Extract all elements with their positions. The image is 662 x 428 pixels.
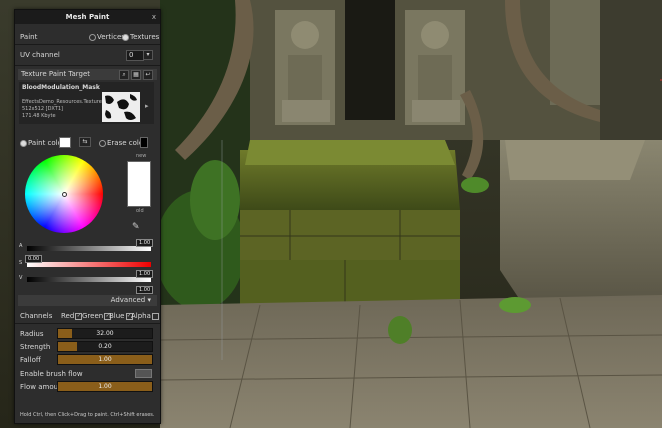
advanced-label: Advanced [110, 296, 146, 304]
value-value[interactable]: 1.00 [136, 270, 154, 278]
color-wheel-cursor[interactable] [62, 192, 67, 197]
erase-color-radio[interactable]: Erase color [99, 139, 146, 147]
mesh-paint-panel: Mesh Paint x Paint Vertices Textures UV … [14, 9, 161, 424]
texture-path: EffectsDemo_Resources.Textures [22, 99, 105, 105]
statue-left [275, 10, 335, 125]
divider [15, 44, 160, 45]
textures-radio-label: Textures [130, 33, 160, 41]
doorway [345, 0, 395, 120]
radius-label: Radius [20, 330, 44, 338]
extra-slider-value[interactable]: 1.00 [136, 286, 154, 294]
alpha-slider[interactable] [27, 246, 151, 251]
erase-color-swatch[interactable] [140, 137, 148, 148]
blue-channel-checkbox[interactable]: Blue ✓ [109, 312, 133, 320]
brush-flow-toggle[interactable] [135, 369, 152, 378]
paint-color-swatch[interactable] [59, 137, 71, 148]
red-channel-checkbox[interactable]: Red ✓ [61, 312, 83, 320]
channels-label: Channels [20, 312, 53, 320]
saturation-slider-label: S [19, 260, 23, 266]
vertices-radio-label: Vertices [97, 33, 125, 41]
textures-radio[interactable]: Textures [122, 33, 159, 41]
value-slider-label: V [19, 275, 23, 281]
eyedropper-icon[interactable]: ✎ [132, 222, 140, 232]
asset-grid-icon[interactable]: ▦ [131, 70, 141, 80]
radio-icon [89, 33, 96, 41]
new-color-label: new [136, 153, 147, 159]
chevron-down-icon: ▾ [147, 296, 151, 304]
radio-selected-icon [122, 33, 129, 41]
checkbox-icon [151, 312, 159, 320]
divider [15, 323, 160, 324]
panel-title: Mesh Paint [65, 13, 110, 21]
alpha-value[interactable]: 1.00 [136, 239, 154, 247]
alpha-channel-checkbox[interactable]: Alpha [131, 312, 159, 320]
uv-channel-value: 0 [129, 51, 134, 59]
alpha-channel-label: Alpha [131, 312, 151, 320]
saturation-slider[interactable] [27, 262, 151, 267]
texture-size: 171.48 Kbyte [22, 113, 56, 119]
texture-name: BloodModulation_Mask [22, 84, 100, 91]
browse-arrow-icon[interactable]: ↩ [143, 70, 153, 80]
value-slider[interactable] [27, 277, 151, 282]
chevron-down-icon[interactable]: ▾ [143, 50, 153, 60]
statue-right [405, 10, 465, 125]
uv-channel-dropdown[interactable]: 0 [126, 50, 144, 61]
radius-value: 32.00 [96, 330, 114, 337]
blue-channel-label: Blue [109, 312, 125, 320]
flow-amount-slider[interactable]: 1.00 [57, 381, 153, 392]
red-channel-label: Red [61, 312, 75, 320]
texture-target-asset[interactable]: BloodModulation_Mask EffectsDemo_Resourc… [19, 82, 154, 124]
flow-amount-value: 1.00 [98, 383, 112, 390]
swap-colors-icon[interactable]: ⇆ [79, 137, 91, 147]
texture-target-label: Texture Paint Target [21, 70, 91, 78]
color-wheel[interactable] [25, 155, 103, 233]
paint-mode-label: Paint [20, 33, 38, 41]
green-channel-checkbox[interactable]: Green ✓ [82, 312, 112, 320]
help-text: Hold Ctrl, then Click+Drag to paint. Ctr… [20, 412, 155, 418]
radius-slider[interactable]: 32.00 [57, 328, 153, 339]
divider [15, 65, 160, 66]
panel-titlebar[interactable]: Mesh Paint x [15, 10, 160, 24]
advanced-toggle[interactable]: Advanced ▾ [18, 295, 157, 306]
radio-icon [99, 139, 106, 147]
strength-slider[interactable]: 0.20 [57, 341, 153, 352]
strength-value: 0.20 [98, 343, 112, 350]
falloff-slider[interactable]: 1.00 [57, 354, 153, 365]
expand-arrow-icon[interactable]: ▸ [145, 102, 149, 110]
falloff-label: Falloff [20, 356, 41, 364]
green-channel-label: Green [82, 312, 104, 320]
texture-thumbnail [102, 92, 140, 122]
radio-selected-icon [20, 139, 27, 147]
alpha-slider-label: A [19, 243, 23, 249]
new-old-color-preview [127, 161, 151, 207]
brush-flow-label: Enable brush flow [20, 370, 83, 378]
old-color-label: old [136, 208, 144, 214]
texture-format: 512x512 [DXT1] [22, 106, 63, 112]
close-icon[interactable]: x [152, 10, 156, 24]
strength-label: Strength [20, 343, 51, 351]
vertices-radio[interactable]: Vertices [89, 33, 125, 41]
saturation-value[interactable]: 0.00 [25, 255, 43, 263]
uv-channel-label: UV channel [20, 51, 60, 59]
falloff-value: 1.00 [98, 356, 112, 363]
search-icon[interactable]: ⌕ [119, 70, 129, 80]
